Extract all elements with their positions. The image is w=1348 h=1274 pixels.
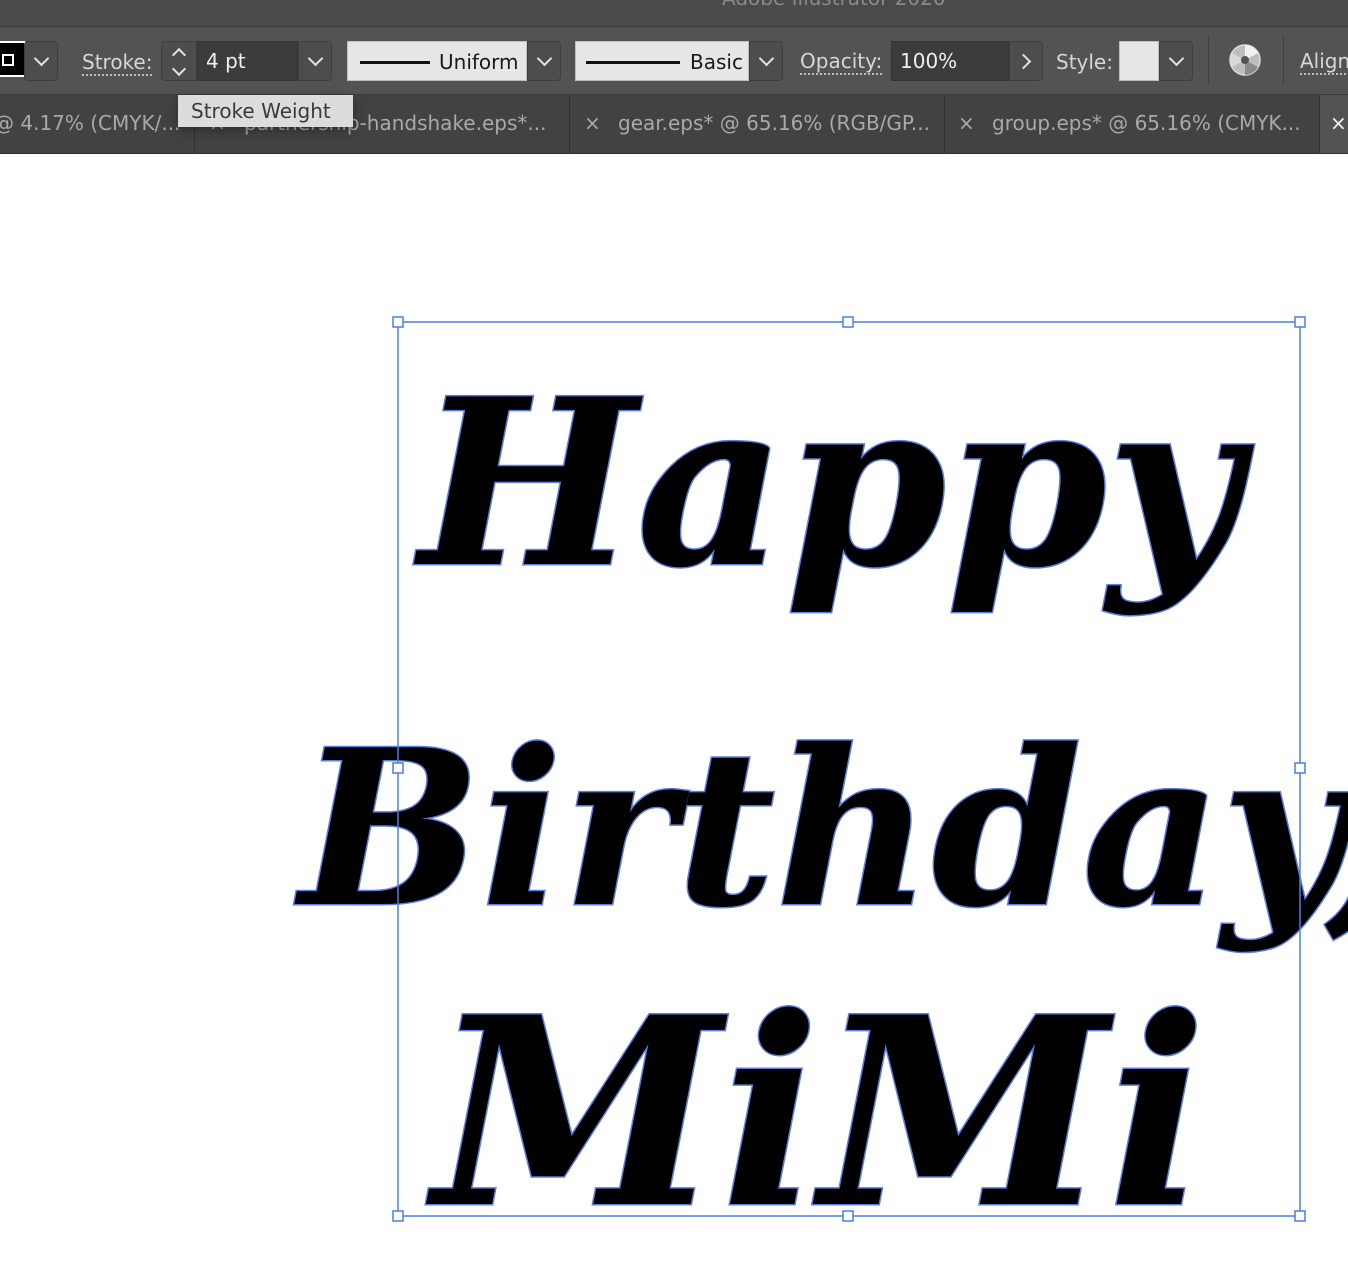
stroke-weight-stepper[interactable] xyxy=(161,41,197,81)
graphic-style-dropdown-button[interactable] xyxy=(1159,41,1193,81)
opacity-input[interactable]: 100% xyxy=(891,41,1009,81)
tab-label: gear.eps* @ 65.16% (RGB/GP... xyxy=(618,111,930,135)
style-label: Style: xyxy=(1056,50,1113,74)
tab-label: @ 4.17% (CMYK/... xyxy=(0,111,181,135)
selection-handle[interactable] xyxy=(392,1210,404,1222)
variable-width-profile-dropdown-button[interactable] xyxy=(527,41,561,81)
stroke-weight-tooltip: Stroke Weight xyxy=(178,95,353,127)
control-bar: Stroke: 4 pt Uniform Basic Opacity: 100%… xyxy=(0,27,1348,95)
brush-definition-select[interactable]: Basic xyxy=(575,41,749,81)
selection-handle[interactable] xyxy=(1294,316,1306,328)
toolbar-separator xyxy=(1208,35,1209,85)
close-icon[interactable]: × xyxy=(1330,95,1347,151)
stroke-label[interactable]: Stroke: xyxy=(82,50,152,74)
artboard-canvas[interactable]: Happy Birthday, MiMi xyxy=(0,154,1348,1274)
variable-width-profile-value: Uniform xyxy=(439,50,519,74)
stroke-color-swatch[interactable] xyxy=(0,41,26,77)
document-tab[interactable]: × group.eps* @ 65.16% (CMYK... xyxy=(945,95,1320,153)
window-title: Adobe Illustrator 2020 xyxy=(722,0,946,10)
brush-definition-dropdown-button[interactable] xyxy=(749,41,783,81)
chevron-down-icon xyxy=(307,50,324,67)
selection-handle[interactable] xyxy=(1294,1210,1306,1222)
document-tab-active[interactable]: × xyxy=(1320,95,1348,153)
artwork-line-happy[interactable]: Happy xyxy=(412,348,1256,621)
stroke-color-dropdown-button[interactable] xyxy=(24,41,58,81)
selection-handle[interactable] xyxy=(392,762,404,774)
chevron-down-icon xyxy=(536,50,553,67)
stroke-weight-dropdown-button[interactable] xyxy=(298,41,332,81)
artwork-line-birthday[interactable]: Birthday, xyxy=(292,701,1348,957)
artwork-line-mimi[interactable]: MiMi xyxy=(424,960,1208,1268)
window-title-bar: Adobe Illustrator 2020 xyxy=(0,0,1348,27)
chevron-down-icon xyxy=(1168,50,1185,67)
lettering-artwork[interactable]: Happy Birthday, MiMi xyxy=(0,154,1348,1274)
selection-handle[interactable] xyxy=(842,316,854,328)
variable-width-profile-select[interactable]: Uniform xyxy=(347,41,527,81)
close-icon[interactable]: × xyxy=(958,95,975,151)
tab-label: group.eps* @ 65.16% (CMYK... xyxy=(992,111,1301,135)
chevron-down-icon xyxy=(33,50,50,67)
toolbar-separator xyxy=(1283,35,1284,85)
brush-line-icon xyxy=(586,61,680,64)
opacity-label[interactable]: Opacity: xyxy=(800,49,882,73)
document-tab[interactable]: @ 4.17% (CMYK/... xyxy=(0,95,195,153)
graphic-style-swatch[interactable] xyxy=(1119,41,1159,81)
stroke-weight-input[interactable]: 4 pt xyxy=(197,41,298,81)
chevron-down-icon xyxy=(758,50,775,67)
document-tab[interactable]: × gear.eps* @ 65.16% (RGB/GP... xyxy=(570,95,945,153)
chevron-up-icon[interactable] xyxy=(171,47,187,63)
align-label[interactable]: Align xyxy=(1300,49,1348,73)
opacity-popup-button[interactable] xyxy=(1009,41,1043,81)
brush-definition-value: Basic xyxy=(690,50,743,74)
recolor-artwork-icon[interactable] xyxy=(1228,43,1262,77)
chevron-down-icon[interactable] xyxy=(171,61,187,77)
chevron-right-icon xyxy=(1015,53,1032,70)
selection-handle[interactable] xyxy=(392,316,404,328)
selection-handle[interactable] xyxy=(1294,762,1306,774)
profile-line-icon xyxy=(360,61,430,64)
close-icon[interactable]: × xyxy=(584,95,601,151)
selection-handle[interactable] xyxy=(842,1210,854,1222)
